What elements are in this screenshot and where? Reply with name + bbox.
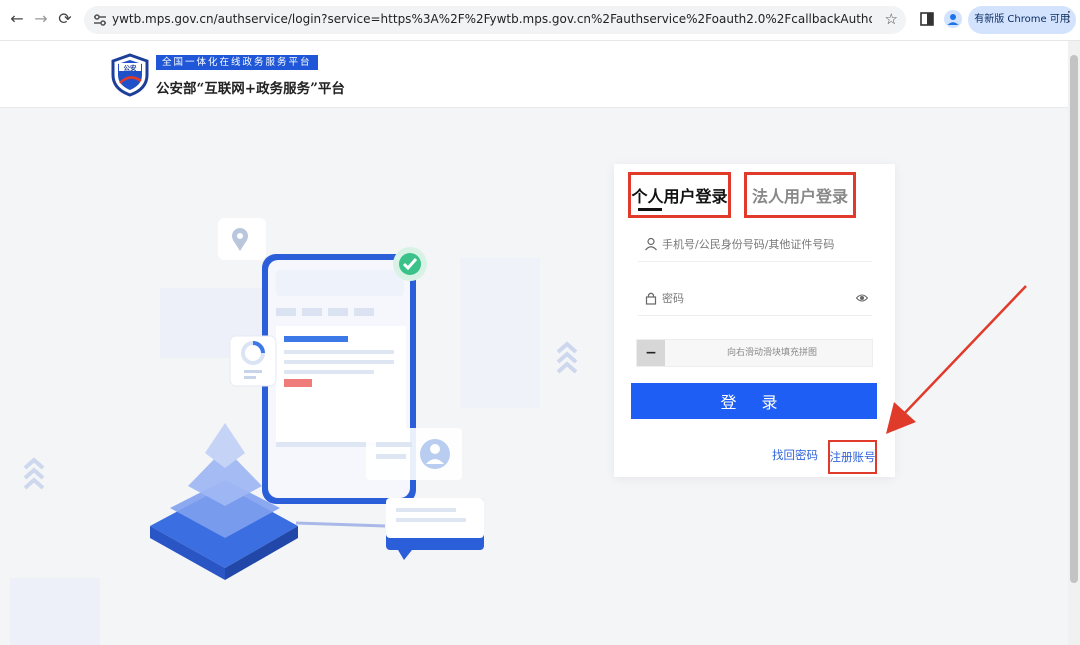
platform-tagline: 全国一体化在线政务服务平台 bbox=[156, 55, 318, 70]
username-field bbox=[638, 228, 872, 262]
site-info-icon[interactable] bbox=[92, 11, 108, 29]
slider-captcha: − 向右滑动滑块填充拼图 bbox=[636, 339, 873, 367]
message-bubble-icon bbox=[386, 498, 484, 560]
tab-corporate-label: 法人用户登录 bbox=[751, 187, 848, 206]
register-account-link[interactable]: 注册账号 bbox=[828, 440, 877, 474]
scrollbar-thumb[interactable] bbox=[1070, 55, 1078, 583]
login-button[interactable]: 登 录 bbox=[631, 383, 877, 419]
progress-chart-icon bbox=[229, 335, 277, 387]
chevron-up-icon bbox=[556, 341, 578, 374]
slider-handle[interactable]: − bbox=[637, 340, 665, 366]
password-input[interactable] bbox=[662, 288, 858, 308]
lock-icon bbox=[645, 292, 657, 305]
forgot-password-link[interactable]: 找回密码 bbox=[772, 447, 818, 463]
annotation-arrow bbox=[886, 285, 1027, 434]
user-icon bbox=[645, 237, 657, 251]
eye-icon[interactable] bbox=[856, 292, 868, 304]
reload-icon[interactable]: ⟳ bbox=[54, 8, 76, 30]
address-bar[interactable]: ywtb.mps.gov.cn/authservice/login?servic… bbox=[84, 6, 906, 34]
phone-illustration bbox=[10, 218, 578, 645]
side-panel-icon[interactable] bbox=[920, 12, 934, 26]
back-icon[interactable]: ← bbox=[6, 8, 28, 30]
badge-text: 公安 bbox=[124, 63, 138, 72]
page-scrollbar[interactable] bbox=[1068, 41, 1080, 645]
user-card-icon bbox=[366, 428, 462, 480]
username-input[interactable] bbox=[662, 234, 858, 254]
tab-personal-label: 个人用户登录 bbox=[631, 187, 728, 206]
police-badge-logo[interactable]: 公安 bbox=[110, 53, 150, 97]
star-icon[interactable]: ☆ bbox=[885, 10, 898, 28]
forward-icon[interactable]: → bbox=[30, 8, 52, 30]
menu-icon[interactable]: ⋮ bbox=[1062, 10, 1076, 24]
check-circle-icon bbox=[393, 247, 427, 281]
active-tab-indicator bbox=[638, 208, 662, 211]
site-header: 公安 全国一体化在线政务服务平台 公安部“互联网+政务服务”平台 bbox=[0, 41, 1068, 108]
chevron-up-icon bbox=[23, 457, 45, 490]
tab-corporate-login[interactable]: 法人用户登录 bbox=[744, 172, 856, 218]
slider-hint: 向右滑动滑块填充拼图 bbox=[726, 348, 817, 358]
browser-toolbar: ← → ⟳ ywtb.mps.gov.cn/authservice/login?… bbox=[0, 0, 1080, 41]
login-card: 个人用户登录 法人用户登录 − 向右滑动滑块填充拼图 登 录 找回密码 注册账号 bbox=[614, 164, 895, 477]
portal-name: 公安部“互联网+政务服务”平台 bbox=[156, 81, 345, 97]
tab-personal-login[interactable]: 个人用户登录 bbox=[628, 172, 731, 218]
password-field bbox=[638, 282, 872, 316]
profile-icon[interactable] bbox=[944, 10, 962, 28]
chrome-update-button[interactable]: 有新版 Chrome 可用 bbox=[968, 6, 1076, 34]
location-pin-icon bbox=[218, 218, 266, 260]
url-text[interactable]: ywtb.mps.gov.cn/authservice/login?servic… bbox=[112, 12, 872, 30]
